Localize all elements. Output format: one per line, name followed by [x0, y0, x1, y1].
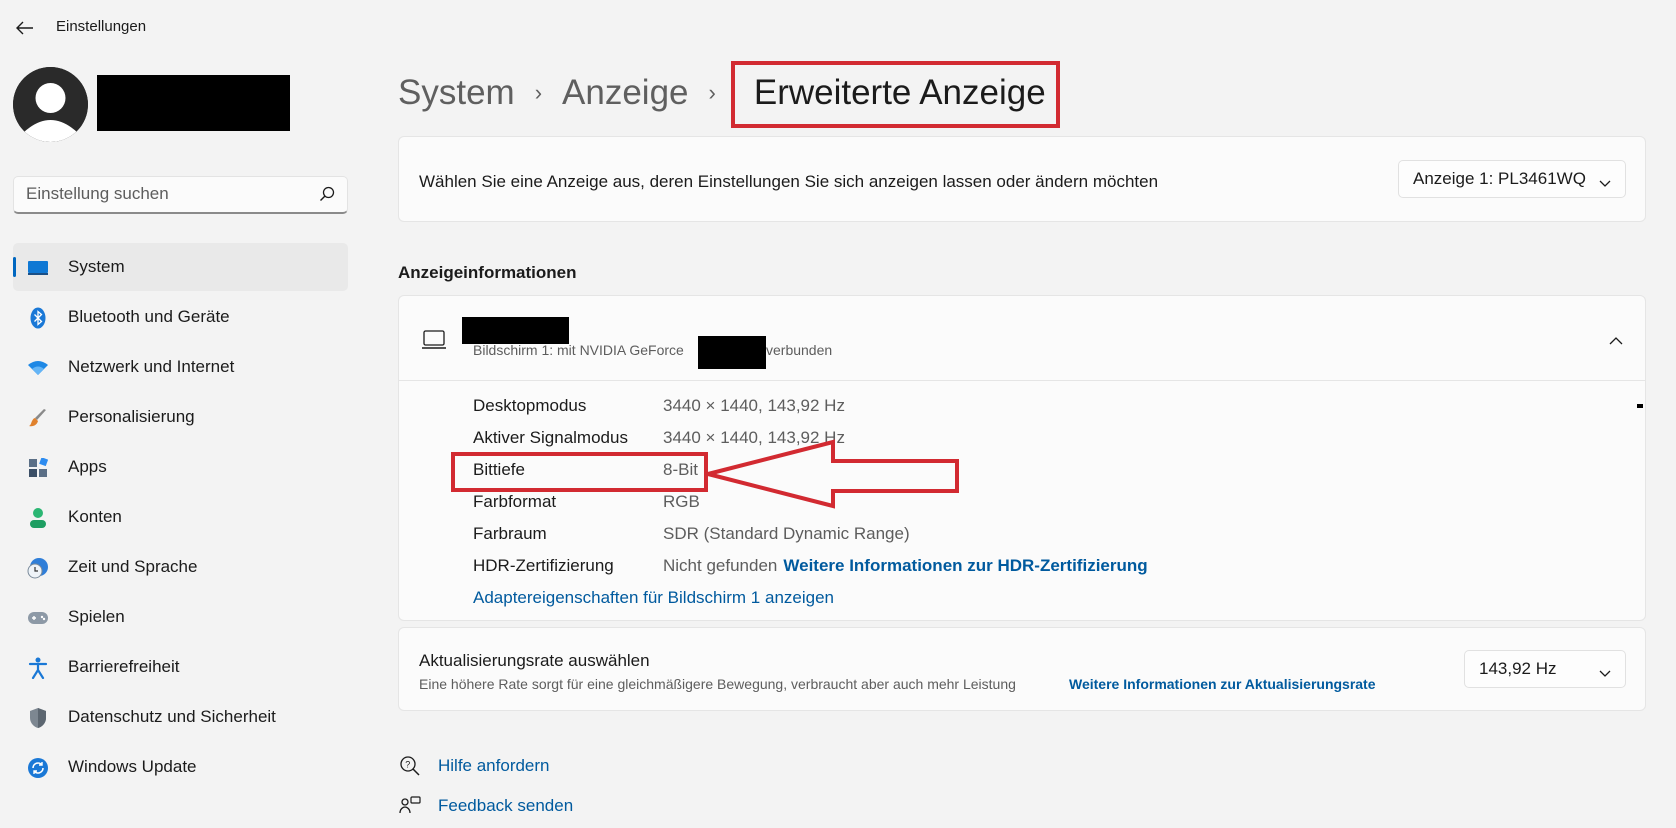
search-icon[interactable]	[319, 186, 335, 207]
app-title: Einstellungen	[56, 18, 147, 35]
display-dropdown[interactable]: Anzeige 1: PL3461WQ	[1398, 160, 1626, 198]
display-select-card: Wählen Sie eine Anzeige aus, deren Einst…	[398, 136, 1646, 222]
sidebar-item-privacy[interactable]: Datenschutz und Sicherheit	[13, 693, 348, 741]
hdr-info-link[interactable]: Weitere Informationen zur HDR-Zertifizie…	[783, 556, 1147, 576]
info-row-desktop-mode: Desktopmodus 3440 × 1440, 143,92 Hz	[473, 396, 845, 415]
display-select-text: Wählen Sie eine Anzeige aus, deren Einst…	[419, 172, 1159, 191]
feedback-link-row[interactable]: Feedback senden	[398, 794, 573, 818]
chevron-right-icon: ›	[534, 80, 543, 105]
adapter-properties-link[interactable]: Adaptereigenschaften für Bildschirm 1 an…	[473, 588, 834, 608]
brush-icon	[27, 407, 49, 429]
gamepad-icon	[27, 607, 49, 629]
feedback-link[interactable]: Feedback senden	[438, 796, 573, 816]
sidebar-item-time-language[interactable]: Zeit und Sprache	[13, 543, 348, 591]
avatar	[13, 67, 88, 142]
refresh-rate-info-link[interactable]: Weitere Informationen zur Aktualisierung…	[1069, 676, 1376, 692]
info-row-color-space: Farbraum SDR (Standard Dynamic Range)	[473, 524, 910, 543]
sidebar-item-personalization[interactable]: Personalisierung	[13, 393, 348, 441]
section-title-display-info: Anzeigeinformationen	[398, 263, 577, 282]
user-profile[interactable]	[13, 67, 343, 147]
laptop-icon	[421, 330, 447, 355]
back-button[interactable]	[10, 14, 40, 42]
redacted-monitor-name	[462, 317, 569, 344]
settings-search[interactable]	[13, 176, 348, 214]
sidebar-item-accessibility[interactable]: Barrierefreiheit	[13, 643, 348, 691]
person-icon	[27, 507, 49, 529]
chevron-up-icon[interactable]	[1609, 332, 1623, 350]
sidebar-nav: System Bluetooth und Geräte Netzwerk und…	[13, 243, 348, 793]
sidebar-item-network[interactable]: Netzwerk und Internet	[13, 343, 348, 391]
svg-text:?: ?	[405, 760, 410, 770]
update-icon	[27, 757, 49, 779]
help-link-row[interactable]: ? Hilfe anfordern	[398, 754, 550, 778]
clock-globe-icon	[27, 557, 49, 579]
display-connection-text-end: verbunden	[766, 342, 833, 358]
help-link[interactable]: Hilfe anfordern	[438, 756, 550, 776]
annotation-arrow	[707, 439, 959, 509]
refresh-rate-dropdown[interactable]: 143,92 Hz	[1464, 650, 1626, 688]
search-input[interactable]	[14, 177, 304, 211]
apps-icon	[27, 457, 49, 479]
wifi-icon	[27, 357, 49, 379]
breadcrumb-system[interactable]: System	[398, 73, 515, 113]
chevron-down-icon	[1599, 663, 1611, 683]
help-icon: ?	[398, 754, 422, 778]
refresh-rate-description: Eine höhere Rate sorgt für eine gleichmä…	[419, 676, 1016, 692]
breadcrumb-display[interactable]: Anzeige	[562, 73, 688, 113]
sidebar-item-apps[interactable]: Apps	[13, 443, 348, 491]
info-row-hdr-certification: HDR-Zertifizierung Nicht gefunden Weiter…	[473, 556, 1148, 576]
sidebar-item-system[interactable]: System	[13, 243, 348, 291]
annotation-highlight-bit-depth	[451, 452, 708, 492]
accessibility-icon	[27, 657, 49, 679]
chevron-down-icon	[1599, 173, 1611, 193]
display-info-header[interactable]: Bildschirm 1: mit NVIDIA GeForce verbund…	[399, 296, 1645, 381]
refresh-rate-card: Aktualisierungsrate auswählen Eine höher…	[398, 627, 1646, 711]
redacted-username	[97, 75, 290, 131]
monitor-icon	[27, 257, 49, 279]
arrow-left-icon	[16, 21, 33, 35]
shield-icon	[27, 707, 49, 729]
adapter-properties-row: Adaptereigenschaften für Bildschirm 1 an…	[473, 582, 1148, 614]
sidebar-item-windows-update[interactable]: Windows Update	[13, 743, 348, 791]
refresh-rate-title: Aktualisierungsrate auswählen	[419, 651, 650, 670]
sidebar-item-accounts[interactable]: Konten	[13, 493, 348, 541]
redacted-gpu-model	[698, 336, 766, 369]
scroll-indicator	[1637, 404, 1643, 408]
chevron-right-icon: ›	[708, 80, 716, 105]
title-bar: Einstellungen	[0, 0, 1676, 56]
feedback-icon	[398, 794, 422, 818]
bluetooth-icon	[27, 307, 49, 329]
sidebar-item-gaming[interactable]: Spielen	[13, 593, 348, 641]
sidebar-item-bluetooth[interactable]: Bluetooth und Geräte	[13, 293, 348, 341]
annotation-highlight-title	[731, 61, 1060, 128]
display-connection-text: Bildschirm 1: mit NVIDIA GeForce	[473, 342, 684, 358]
